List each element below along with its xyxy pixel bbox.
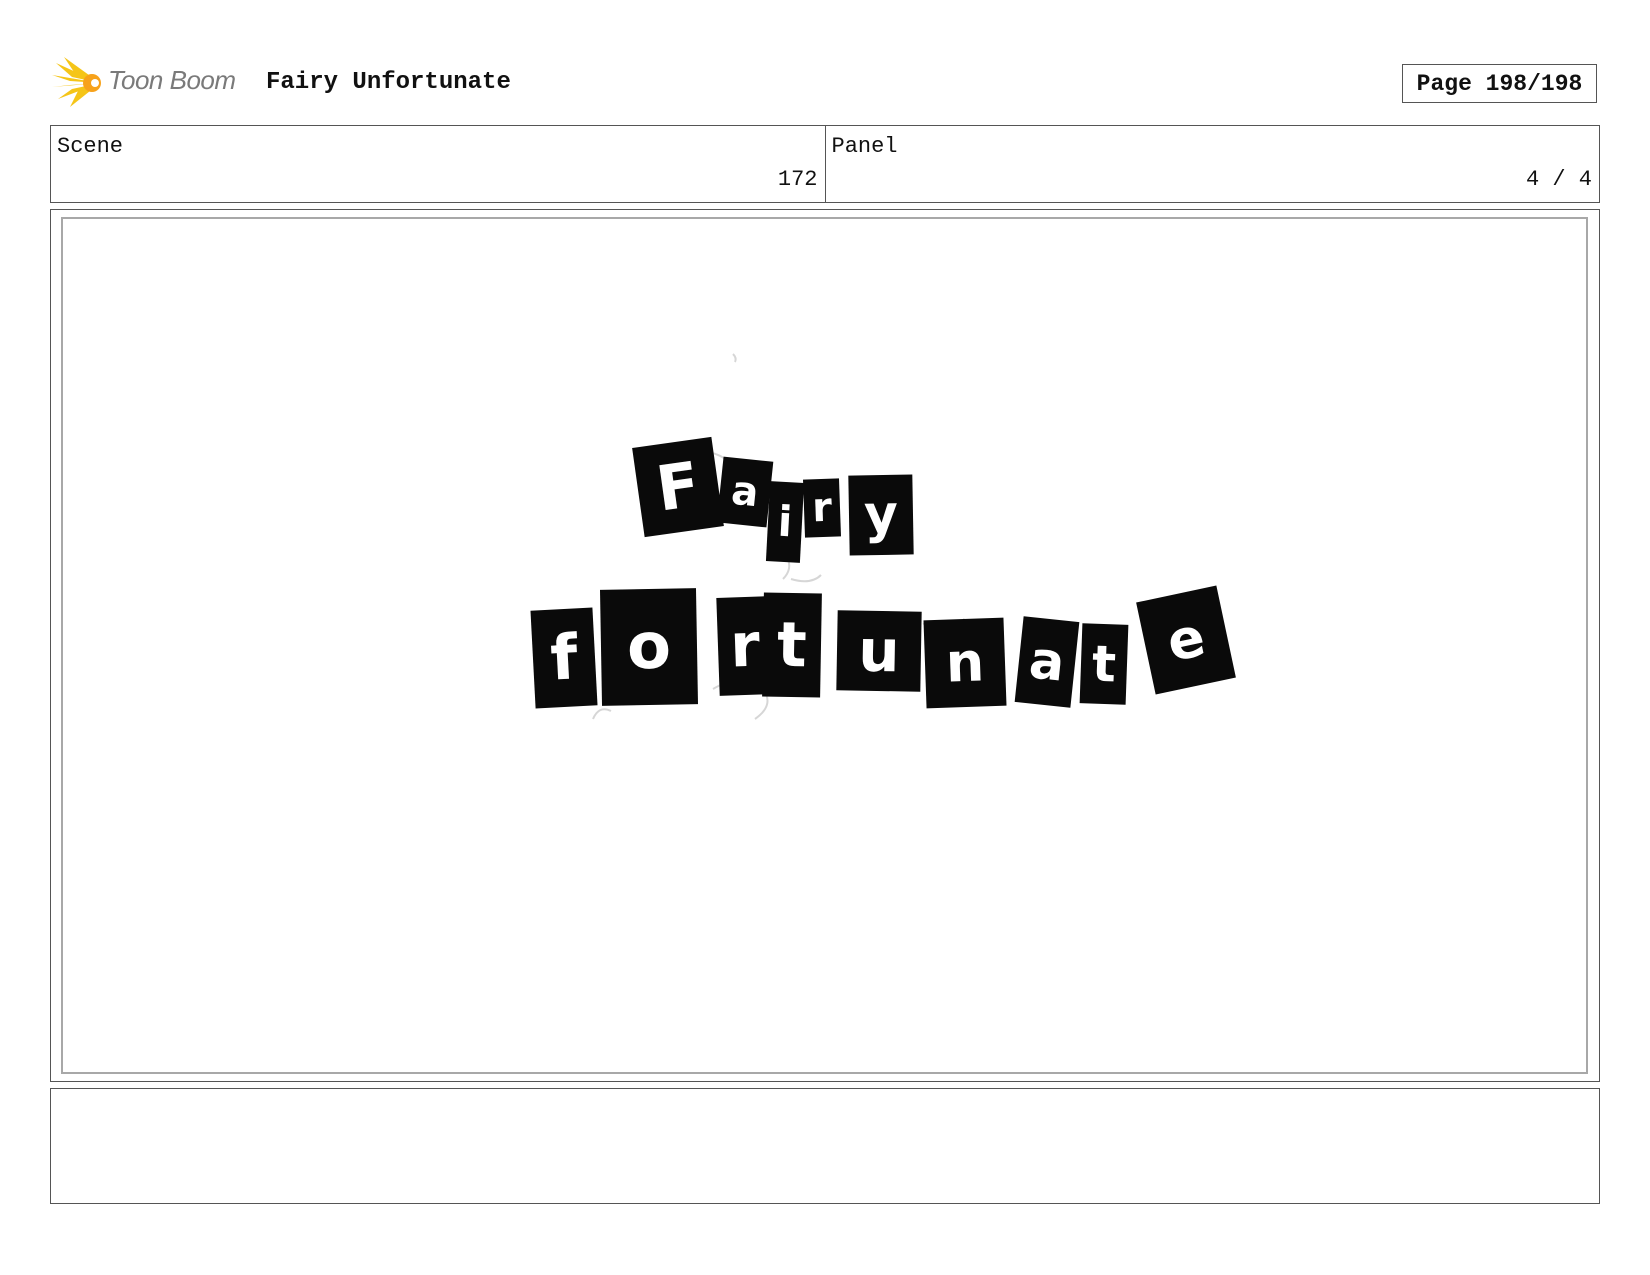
panel-cell: Panel 4 / 4 [824, 126, 1600, 202]
fairy-letter-tile: F [632, 436, 724, 538]
toon-boom-logo: Toon Boom [52, 57, 252, 109]
fairy-letter-tile: a [716, 456, 774, 528]
panel-image: Fairyfortunate [61, 217, 1588, 1074]
fortunate-letter-tile: n [923, 617, 1007, 709]
scene-number: 172 [777, 167, 818, 192]
panel-label: Panel [831, 134, 898, 159]
fairy-letter-tile: y [848, 474, 914, 556]
storyboard-title: Fairy Unfortunate [266, 69, 511, 96]
toon-boom-burst-icon [52, 57, 101, 107]
scene-label: Scene [57, 134, 124, 159]
faint-sketch-lines [592, 353, 1004, 720]
logo-wordmark: Toon Boom [108, 65, 236, 95]
fortunate-letter-tile: u [836, 610, 922, 692]
fairy-letter-tile: i [765, 481, 805, 563]
fortunate-letter-tile: o [599, 588, 699, 706]
fortunate-letter-tile: t [762, 592, 822, 698]
scene-cell: Scene 172 [51, 126, 825, 202]
fairy-letter-tile: r [802, 478, 842, 538]
fortunate-letter-tile: f [530, 607, 598, 709]
fortunate-letter-tile: a [1014, 616, 1080, 708]
scene-panel-info: Scene 172 Panel 4 / 4 [50, 125, 1600, 203]
fortunate-letter-tile: t [1079, 623, 1129, 705]
panel-notes [50, 1088, 1600, 1204]
page-indicator: Page 198/198 [1402, 64, 1597, 103]
panel-number: 4 / 4 [1525, 167, 1592, 192]
